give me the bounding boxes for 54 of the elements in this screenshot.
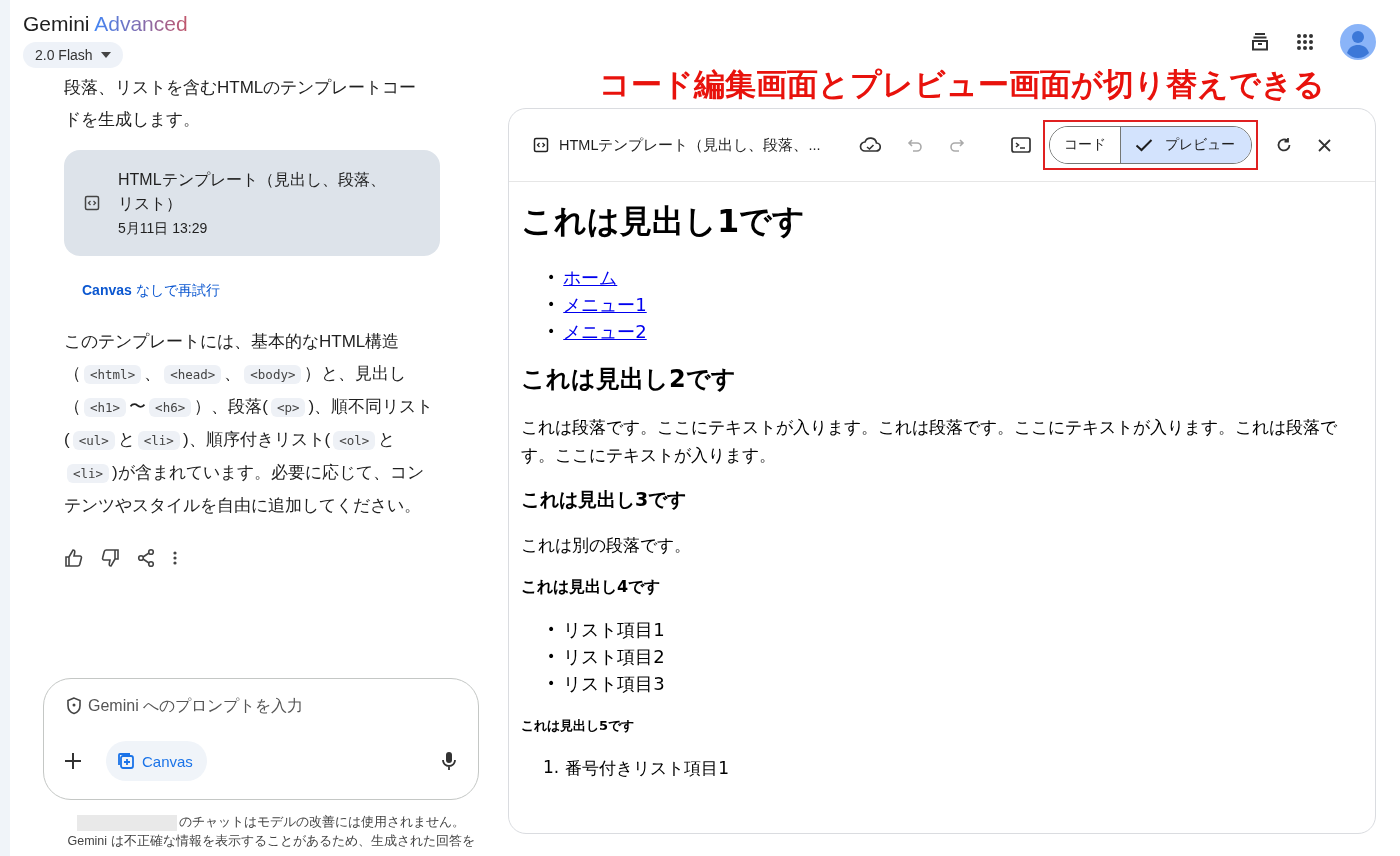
share-icon[interactable] xyxy=(136,548,156,568)
preview-paragraph: これは別の段落です。 xyxy=(521,534,692,557)
preview-link[interactable]: メニュー2 xyxy=(563,318,647,345)
preview-heading: これは見出し2です xyxy=(521,364,737,395)
preview-heading: これは見出し4です xyxy=(521,577,662,598)
cloud-icon[interactable] xyxy=(859,137,881,153)
view-toggle-tab[interactable]: プレビュー xyxy=(1120,127,1251,163)
preview-link[interactable]: ホーム xyxy=(563,264,618,291)
prompt-box[interactable]: Gemini へのプロンプトを入力 Canvas xyxy=(43,678,479,800)
artifact-date: 5月11日 13:29 xyxy=(118,220,209,238)
preview-list-item: リスト項目1 xyxy=(563,618,665,642)
canvas-icon xyxy=(116,751,136,771)
list-bullet: • xyxy=(547,674,556,693)
code-icon xyxy=(84,195,100,211)
canvas-title: HTMLテンプレート（見出し、段落、... xyxy=(559,135,822,155)
check-icon xyxy=(1135,138,1153,152)
terminal-icon[interactable] xyxy=(1011,137,1031,153)
list-bullet: • xyxy=(547,295,556,314)
preview-paragraph: これは段落です。ここにテキストが入ります。これは段落です。ここにテキストが入ります。これは段落です。ここにテキストが入ります。 xyxy=(521,416,1338,467)
message-text: 段落、リストを含むHTMLのテンプレートコー ドを生成します。 xyxy=(64,77,418,131)
apps-grid-icon[interactable] xyxy=(1296,33,1314,51)
preview-heading: これは見出し5です xyxy=(521,717,636,735)
close-icon[interactable] xyxy=(1318,138,1331,152)
code-icon xyxy=(533,137,549,153)
list-bullet: • xyxy=(547,647,556,666)
artifact-card[interactable]: HTMLテンプレート（見出し、段落、リスト） 5月11日 13:29 xyxy=(64,150,440,256)
retry-link[interactable]: Canvas なしで再試行 xyxy=(82,282,220,300)
preview-link[interactable]: メニュー1 xyxy=(563,291,647,318)
preview-heading: これは見出し3です xyxy=(521,487,688,512)
avatar[interactable] xyxy=(1340,24,1376,60)
list-bullet: • xyxy=(547,322,556,341)
preview-list-item: リスト項目3 xyxy=(563,672,665,696)
preview-list-item: 番号付きリスト項目1 xyxy=(565,757,730,780)
footer-text: のチャットはモデルの改善には使用されません。 xyxy=(179,814,465,831)
refresh-icon[interactable] xyxy=(1276,137,1292,153)
artifact-title: HTMLテンプレート（見出し、段落、リスト） xyxy=(118,170,387,214)
preview-heading: これは見出し1です xyxy=(521,201,807,242)
thumbs-down-icon[interactable] xyxy=(100,548,120,568)
message-paragraph: このテンプレートには、基本的なHTML構造（ <html> 、 <head> 、 <body> ）と、見出し（ <h1> 〜 <h6> ）、段落( <p> )、順不同リスト( <ul> と <li> )、順序付きリスト( <ol> と <li> )が含まれています。必要に応じて、コンテンツやスタイルを自由に追加してください。 xyxy=(64,331,435,517)
preview-list-number: 1. xyxy=(543,757,560,779)
microphone-icon[interactable] xyxy=(442,751,456,771)
footer-text: Gemini は不正確な情報を表示することがあるため、生成された回答を xyxy=(67,833,475,850)
preview-list-item: リスト項目2 xyxy=(563,645,665,669)
shield-icon xyxy=(66,697,82,715)
list-bullet: • xyxy=(547,620,556,639)
more-icon[interactable] xyxy=(172,550,178,566)
archive-icon[interactable] xyxy=(1250,32,1270,52)
thumbs-up-icon[interactable] xyxy=(64,548,84,568)
canvas-button[interactable]: Canvas xyxy=(106,741,207,781)
model-picker[interactable]: 2.0 Flash xyxy=(23,42,123,68)
caret-icon xyxy=(100,52,111,58)
annotation-text: コード編集画面とプレビュー画面が切り替えできる xyxy=(598,66,1326,104)
add-icon[interactable] xyxy=(64,752,82,770)
list-bullet: • xyxy=(547,268,556,287)
